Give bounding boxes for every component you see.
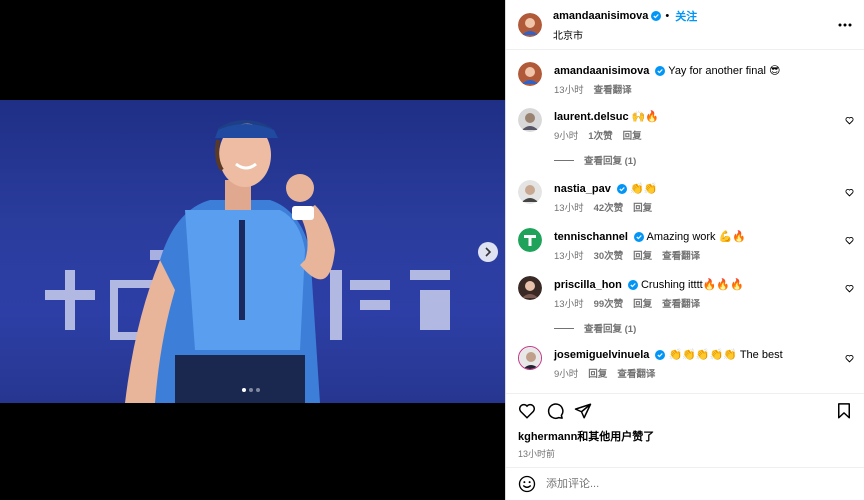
comment-likes[interactable]: 42次赞: [594, 200, 624, 214]
post-photo: [0, 100, 505, 403]
like-comment-heart-icon[interactable]: [845, 354, 854, 363]
like-comment-heart-icon[interactable]: [845, 116, 854, 125]
carousel-dot-2: [249, 388, 253, 392]
follow-button[interactable]: 关注: [675, 8, 697, 24]
view-replies-label: 查看回复 (1): [584, 324, 637, 335]
next-media-button[interactable]: [478, 242, 498, 262]
like-comment-heart-icon[interactable]: [845, 284, 854, 293]
comment-avatar[interactable]: [518, 276, 542, 300]
comment-avatar[interactable]: [518, 228, 542, 252]
caption-avatar[interactable]: [518, 62, 542, 86]
comment-likes[interactable]: 99次赞: [594, 296, 624, 310]
more-options-icon[interactable]: [838, 18, 852, 32]
like-comment-heart-icon[interactable]: [845, 236, 854, 245]
post-actions: kghermann和其他用户赞了 13小时前: [506, 393, 864, 459]
add-comment-bar: [506, 467, 864, 500]
caption-time[interactable]: 13小时: [554, 82, 584, 96]
emoji-picker-icon[interactable]: [518, 475, 536, 493]
comment-username[interactable]: priscilla_hon: [554, 279, 622, 291]
share-send-icon[interactable]: [574, 402, 592, 420]
replies-dash: [554, 327, 574, 329]
add-comment-input[interactable]: [546, 478, 806, 490]
tennis-channel-logo-icon: [518, 228, 542, 252]
avatar-woman-icon: [518, 62, 542, 86]
comments-list: amandaanisimova Yay for another final 😎 …: [506, 50, 864, 393]
view-replies-button[interactable]: 查看回复 (1): [554, 321, 636, 335]
comment-username[interactable]: nastia_pav: [554, 183, 611, 195]
carousel-dot-1: [242, 388, 246, 392]
avatar-woman-icon: [518, 276, 542, 300]
author-avatar[interactable]: [518, 12, 542, 37]
comment-avatar[interactable]: [518, 180, 542, 204]
posted-time[interactable]: 13小时前: [518, 447, 853, 460]
comment-reply-button[interactable]: 回复: [588, 366, 607, 380]
carousel-dot-3: [256, 388, 260, 392]
comment-translate-link[interactable]: 查看翻译: [662, 296, 700, 310]
view-replies-label: 查看回复 (1): [584, 156, 637, 167]
save-bookmark-icon[interactable]: [835, 402, 853, 420]
caption-translate-link[interactable]: 查看翻译: [594, 82, 632, 96]
comment-time[interactable]: 13小时: [554, 200, 584, 214]
comment-time[interactable]: 9小时: [554, 128, 578, 142]
comment-bubble-icon[interactable]: [546, 402, 564, 420]
header-separator: •: [665, 9, 670, 22]
caption-username[interactable]: amandaanisimova: [554, 65, 649, 77]
comment-time[interactable]: 13小时: [554, 248, 584, 262]
comment-username[interactable]: josemiguelvinuela: [554, 349, 649, 361]
avatar-woman-icon: [518, 180, 542, 204]
comment-reply-button[interactable]: 回复: [623, 128, 642, 142]
likes-summary[interactable]: kghermann和其他用户赞了: [518, 428, 853, 444]
avatar-woman-icon: [518, 12, 542, 37]
verified-badge-icon: [634, 232, 645, 243]
comment-likes[interactable]: 1次赞: [588, 128, 612, 142]
comment-likes[interactable]: 30次赞: [594, 248, 624, 262]
view-replies-button[interactable]: 查看回复 (1): [554, 153, 636, 167]
chevron-right-icon: [485, 247, 492, 257]
like-comment-heart-icon[interactable]: [845, 188, 854, 197]
comment-text: 👏👏: [630, 183, 658, 195]
avatar-man-icon: [518, 108, 542, 132]
author-username[interactable]: amandaanisimova: [553, 10, 648, 22]
verified-badge-icon: [627, 280, 638, 291]
post-location[interactable]: 北京市: [553, 27, 697, 42]
comment-translate-link[interactable]: 查看翻译: [662, 248, 700, 262]
carousel-dots: [242, 388, 260, 392]
replies-dash: [554, 159, 574, 161]
verified-badge-icon: [655, 350, 666, 361]
tennis-player-image: [125, 120, 335, 403]
comment-text: Crushing itttt🔥🔥🔥: [640, 279, 744, 291]
comment-time[interactable]: 9小时: [554, 366, 578, 380]
post-panel: amandaanisimova • 关注 北京市 amandaanisimova…: [505, 0, 864, 500]
comment-avatar[interactable]: [518, 346, 542, 370]
comment-text: Amazing work 💪🔥: [646, 231, 747, 243]
comment-username[interactable]: tennischannel: [554, 231, 628, 243]
comment-time[interactable]: 13小时: [554, 296, 584, 310]
avatar-man-icon: [519, 347, 541, 369]
comment-text: 🙌🔥: [631, 111, 660, 123]
verified-badge-icon: [616, 184, 627, 195]
comment-translate-link[interactable]: 查看翻译: [617, 366, 655, 380]
comment-text: 👏👏👏👏👏 The best: [668, 349, 783, 361]
comment-reply-button[interactable]: 回复: [633, 296, 652, 310]
post-media: [0, 0, 505, 500]
like-heart-icon[interactable]: [518, 402, 536, 420]
comment-avatar[interactable]: [518, 108, 542, 132]
caption-text: Yay for another final 😎: [668, 65, 781, 77]
comment-username[interactable]: laurent.delsuc: [554, 111, 629, 123]
verified-badge-icon: [651, 10, 662, 21]
post-header: amandaanisimova • 关注 北京市: [506, 0, 864, 50]
verified-badge-icon: [655, 66, 666, 77]
comment-reply-button[interactable]: 回复: [633, 248, 652, 262]
comment-reply-button[interactable]: 回复: [633, 200, 652, 214]
